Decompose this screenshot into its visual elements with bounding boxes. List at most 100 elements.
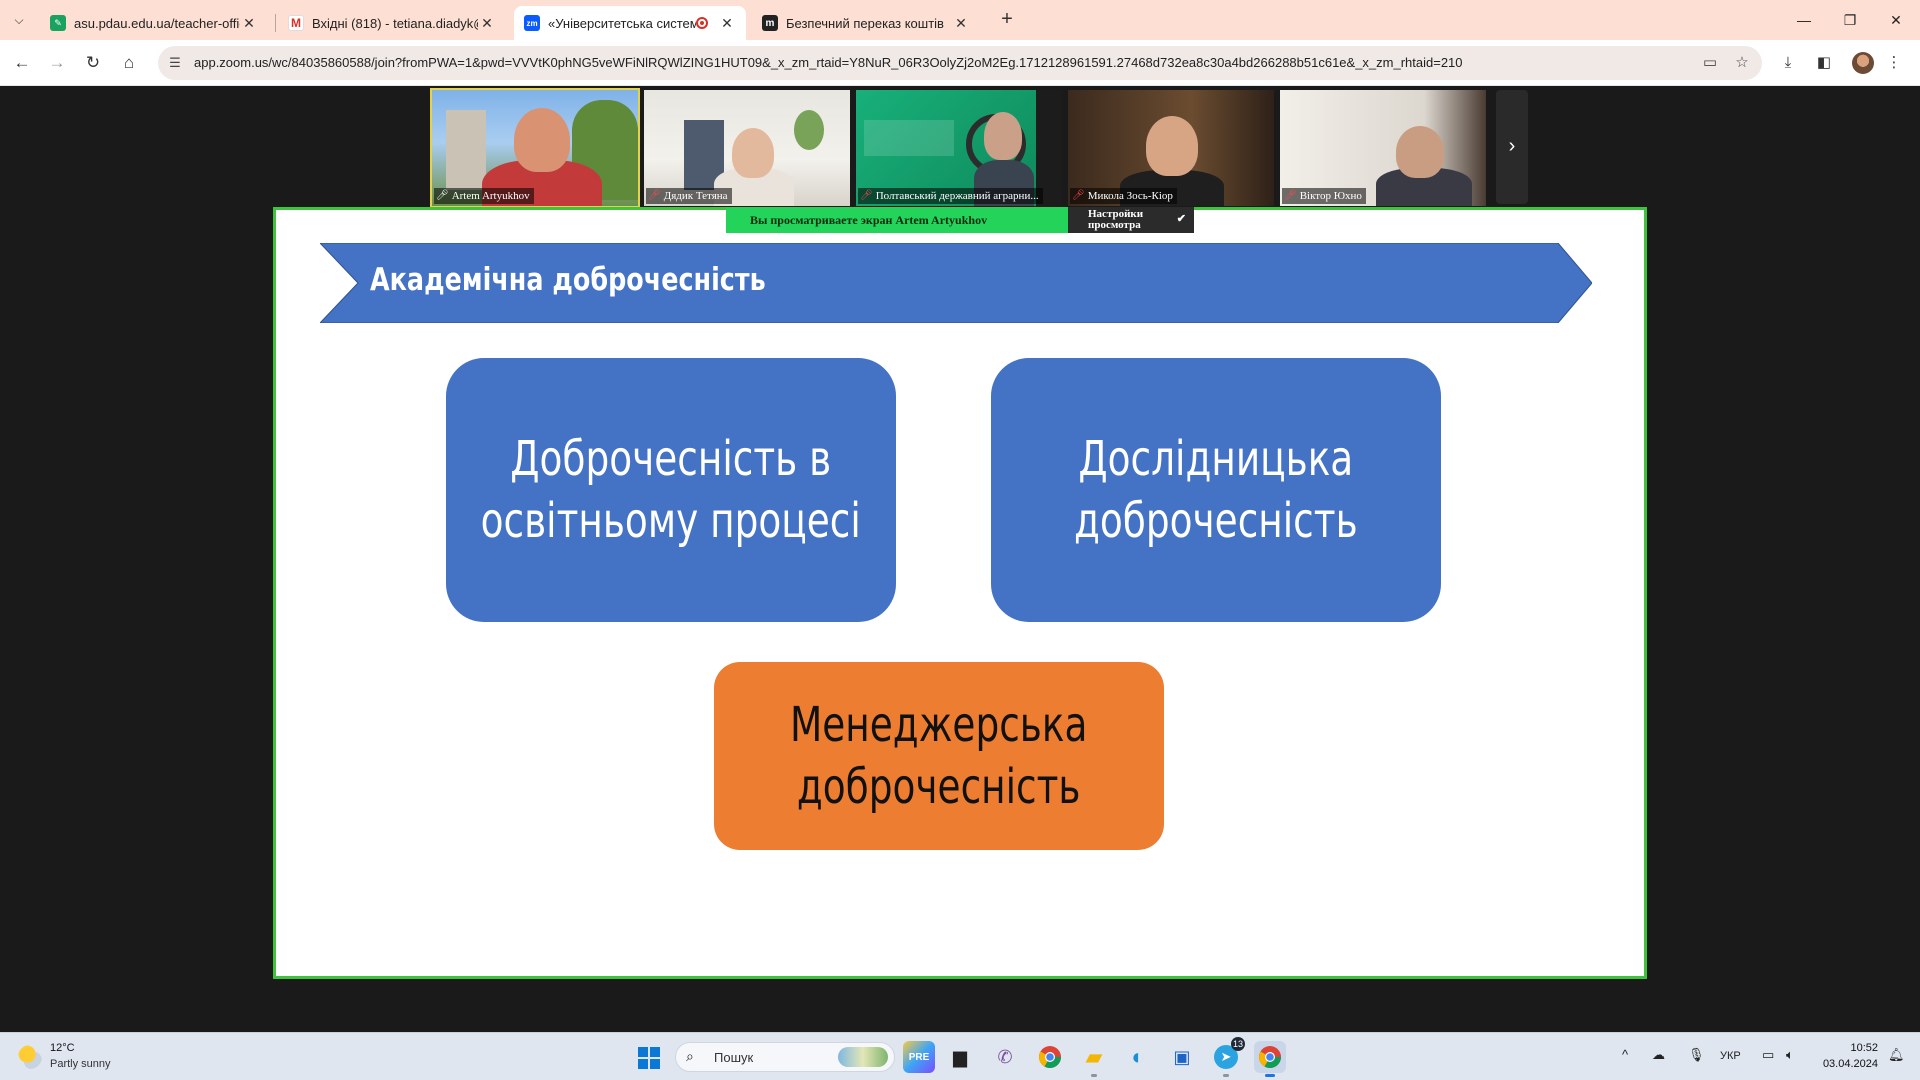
tab-zoom[interactable]: zm «Університетська система ✕ [514, 6, 746, 40]
profile-avatar[interactable] [1852, 52, 1874, 74]
participant-tile[interactable]: 🎤︎ Дядик Тетяна [644, 90, 850, 206]
participant-name: Полтавський державний аграрни... [875, 190, 1039, 202]
search-placeholder: Пошук [714, 1050, 754, 1065]
browser-tab-bar: ⌵ ✎ asu.pdau.edu.ua/teacher-office ✕ M В… [0, 0, 1920, 40]
home-button[interactable]: ⌂ [116, 50, 142, 76]
clock-time[interactable]: 10:52 [1830, 1042, 1878, 1054]
arrow-left-icon: ← [13, 53, 31, 72]
onedrive-icon[interactable]: ☁ [1652, 1047, 1665, 1063]
search-icon: ⌕ [686, 1048, 694, 1064]
view-options-label: Настройки просмотра [1088, 208, 1144, 231]
viewing-banner: Вы просматриваете экран Artem Artyukhov … [726, 207, 1194, 233]
forward-button[interactable]: → [44, 50, 70, 76]
participant-name: Дядик Тетяна [663, 190, 728, 202]
tab-gmail[interactable]: M Вхідні (818) - tetiana.diadyk@p ✕ [278, 6, 506, 40]
telegram-badge: 13 [1230, 1037, 1245, 1051]
chrome-logo-icon [1259, 1046, 1281, 1068]
chevron-right-icon: › [1508, 135, 1516, 157]
gmail-icon: M [288, 15, 304, 31]
address-bar[interactable]: ☰ app.zoom.us/wc/84035860588/join?fromPW… [158, 46, 1762, 80]
search-highlight-image [838, 1047, 888, 1067]
file-explorer-icon[interactable]: ▰ [1078, 1041, 1110, 1077]
download-icon[interactable]: ⤓ [1776, 51, 1800, 75]
person-head [1396, 126, 1444, 178]
box-text-line: доброчесність [1074, 493, 1358, 549]
participant-nametag: 🎤︎ Дядик Тетяна [646, 188, 732, 204]
tab-payment[interactable]: m Безпечний переказ коштів ✕ [752, 6, 980, 40]
close-icon[interactable]: ✕ [478, 15, 496, 32]
reload-button[interactable]: ↻ [80, 50, 106, 76]
telegram-icon[interactable]: ➤ 13 [1210, 1037, 1245, 1077]
next-participants-button[interactable]: › [1496, 90, 1528, 204]
tab-asu[interactable]: ✎ asu.pdau.edu.ua/teacher-office ✕ [40, 6, 268, 40]
minimize-button[interactable]: — [1784, 8, 1824, 32]
managerial-integrity-box: Менеджерська доброчесність [714, 662, 1164, 850]
poster-text-block [864, 120, 954, 156]
address-url[interactable]: app.zoom.us/wc/84035860588/join?fromPWA=… [194, 46, 1664, 80]
windows-logo-icon [638, 1047, 648, 1057]
windows-taskbar: 12°C Partly sunny ⌕ Пошук PRE ▆ ✆ ▰ ◐ ▣ … [0, 1032, 1920, 1080]
show-hidden-icons-chevron-icon[interactable]: ^ [1622, 1047, 1628, 1062]
close-window-button[interactable]: ✕ [1876, 8, 1916, 32]
participant-tile[interactable]: 🎤︎ Полтавський державний аграрни... [856, 90, 1062, 206]
weather-description[interactable]: Partly sunny [50, 1058, 111, 1070]
box-text-line: доброчесність [797, 759, 1081, 815]
back-button[interactable]: ← [9, 50, 35, 76]
box-text-line: Менеджерська [790, 697, 1088, 753]
viber-icon[interactable]: ✆ [989, 1041, 1021, 1073]
person-head [514, 108, 570, 172]
tab-search-button[interactable]: ⌵ [6, 7, 32, 33]
copilot-icon[interactable]: PRE [903, 1041, 935, 1073]
participant-name: Микола Зось-Кіор [1087, 190, 1173, 202]
weather-temperature[interactable]: 12°C [50, 1042, 75, 1054]
site-info-icon[interactable]: ☰ [166, 54, 184, 72]
building-shape [446, 110, 486, 190]
chrome-active-icon[interactable] [1254, 1041, 1286, 1077]
plus-icon: + [1001, 8, 1013, 30]
notifications-bell-icon[interactable]: 🔔︎ [1888, 1047, 1905, 1063]
integrity-education-box: Доброчесність в освітньому процесі [446, 358, 896, 622]
tab-title: «Університетська система [548, 15, 696, 31]
minimize-icon: — [1797, 12, 1811, 28]
browser-toolbar: ← → ↻ ⌂ ☰ app.zoom.us/wc/84035860588/joi… [0, 40, 1920, 86]
participant-nametag: 🎤︎ Полтавський державний аграрни... [858, 188, 1043, 204]
edge-icon[interactable]: ◐ [1122, 1041, 1154, 1073]
reload-icon: ↻ [85, 53, 101, 72]
tab-title: Вхідні (818) - tetiana.diadyk@p [312, 15, 478, 31]
participant-name: Віктор Юхно [1299, 190, 1362, 202]
tab-title: Безпечний переказ коштів [786, 15, 944, 31]
side-panel-icon[interactable]: ◧ [1812, 51, 1836, 75]
network-icon[interactable]: ▭ [1762, 1047, 1774, 1063]
participant-nametag: 🎤︎ Artem Artyukhov [434, 188, 534, 204]
view-options-button[interactable]: Настройки просмотра ✔ [1068, 207, 1194, 233]
participant-tile[interactable]: 🎤︎ Микола Зось-Кіор [1068, 90, 1274, 206]
clock-date[interactable]: 03.04.2024 [1818, 1058, 1878, 1070]
tab-title: asu.pdau.edu.ua/teacher-office [74, 15, 240, 31]
chrome-icon[interactable] [1034, 1041, 1066, 1073]
camera-icon[interactable]: ▭ [1700, 54, 1720, 72]
participant-tile[interactable]: 🎤︎ Artem Artyukhov [430, 88, 640, 208]
participant-name: Artem Artyukhov [451, 190, 530, 202]
taskbar-search[interactable]: ⌕ Пошук [675, 1042, 895, 1072]
restore-button[interactable]: ❐ [1830, 8, 1870, 32]
bookmark-star-icon[interactable]: ☆ [1732, 54, 1752, 72]
plant-shape [794, 110, 824, 150]
chevron-down-icon: ⌵ [14, 12, 24, 27]
microphone-icon[interactable]: 🎙︎ [1688, 1047, 1705, 1063]
store-icon[interactable]: ▣ [1166, 1041, 1198, 1073]
language-indicator[interactable]: УКР [1720, 1050, 1741, 1062]
terminal-app-icon[interactable]: ▆ [944, 1041, 976, 1073]
close-icon[interactable]: ✕ [718, 15, 736, 32]
check-icon: ✔ [1176, 213, 1186, 225]
new-tab-button[interactable]: + [995, 8, 1019, 32]
participant-tile[interactable]: 🎤︎ Віктор Юхно [1280, 90, 1486, 206]
volume-icon[interactable]: 🔈︎ [1786, 1047, 1794, 1063]
box-text-line: Доброчесність в [510, 431, 832, 487]
close-icon[interactable]: ✕ [952, 15, 970, 32]
close-icon[interactable]: ✕ [240, 15, 258, 32]
weather-partly-sunny-icon[interactable] [18, 1045, 42, 1069]
recording-icon [696, 17, 708, 29]
start-button[interactable] [638, 1047, 660, 1069]
menu-kebab-icon[interactable]: ⋮ [1882, 51, 1906, 75]
chrome-logo-icon [1039, 1046, 1061, 1068]
